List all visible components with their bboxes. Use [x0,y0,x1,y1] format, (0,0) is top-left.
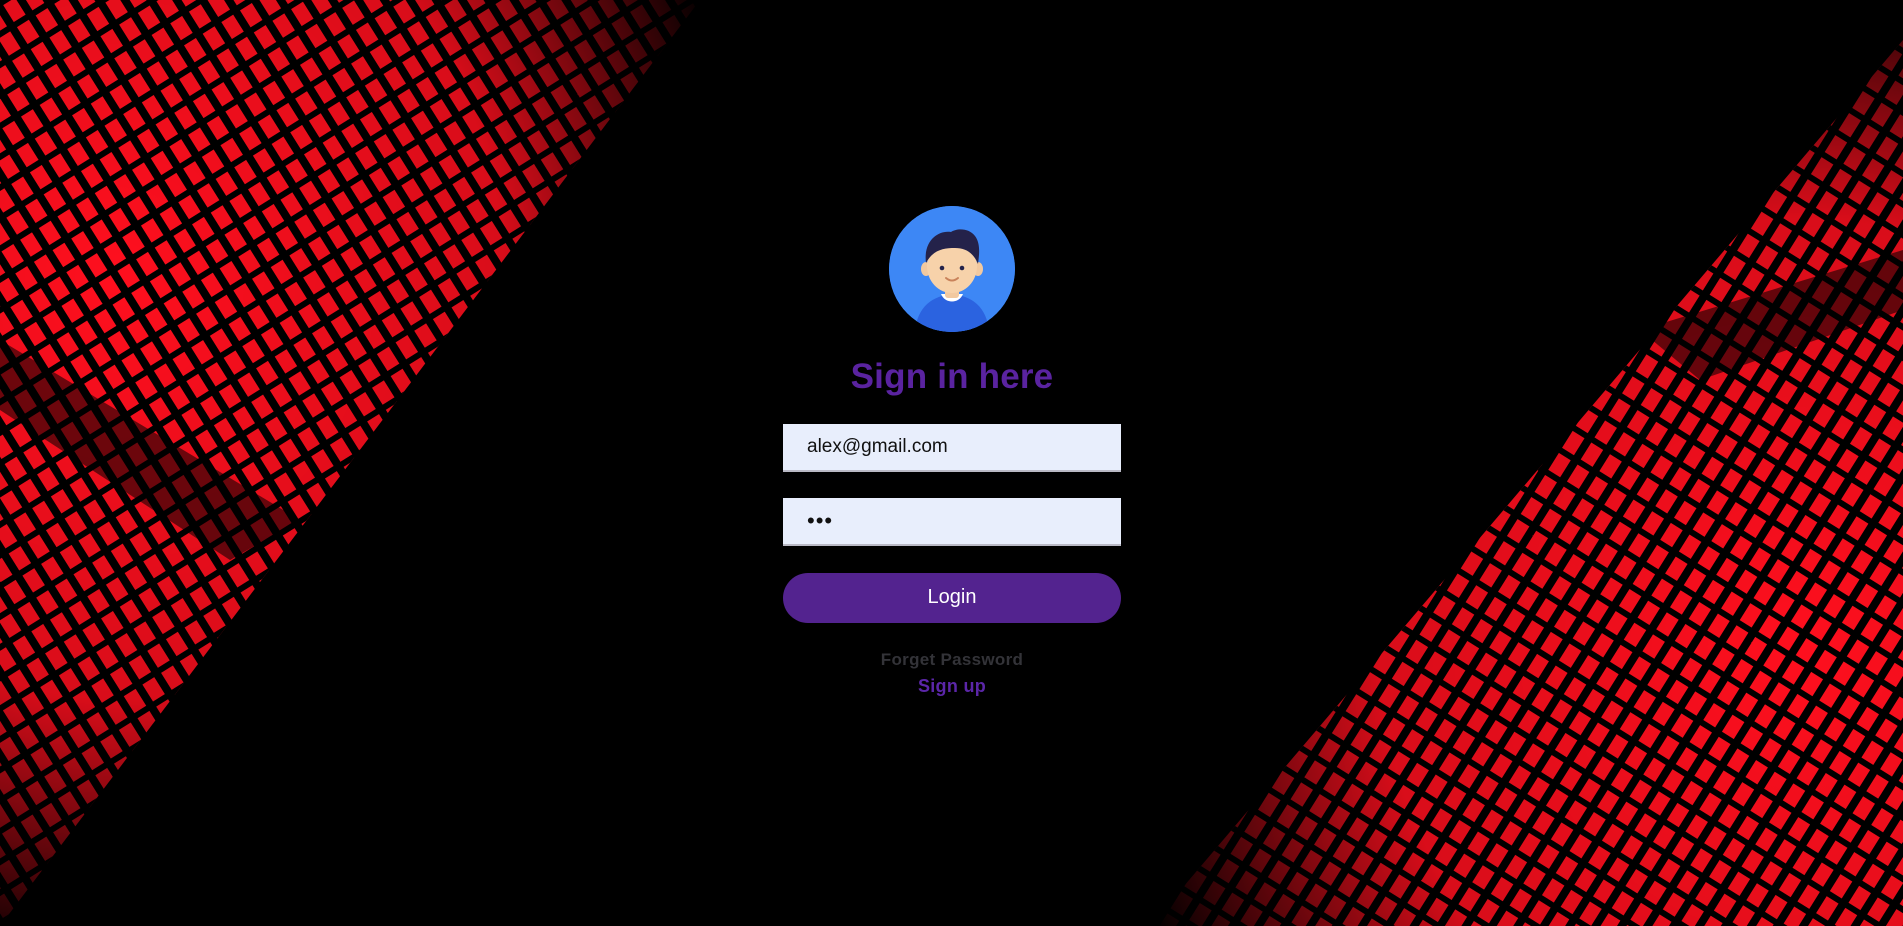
login-button[interactable]: Login [783,572,1121,623]
sign-up-link[interactable]: Sign up [918,676,986,697]
login-panel: Sign in here Login Forget Password Sign … [783,206,1121,697]
forget-password-link[interactable]: Forget Password [881,650,1023,670]
login-page: Sign in here Login Forget Password Sign … [0,0,1903,926]
password-field[interactable] [783,497,1121,546]
email-field[interactable] [783,423,1121,472]
user-avatar-icon [889,206,1015,332]
page-title: Sign in here [850,357,1054,396]
